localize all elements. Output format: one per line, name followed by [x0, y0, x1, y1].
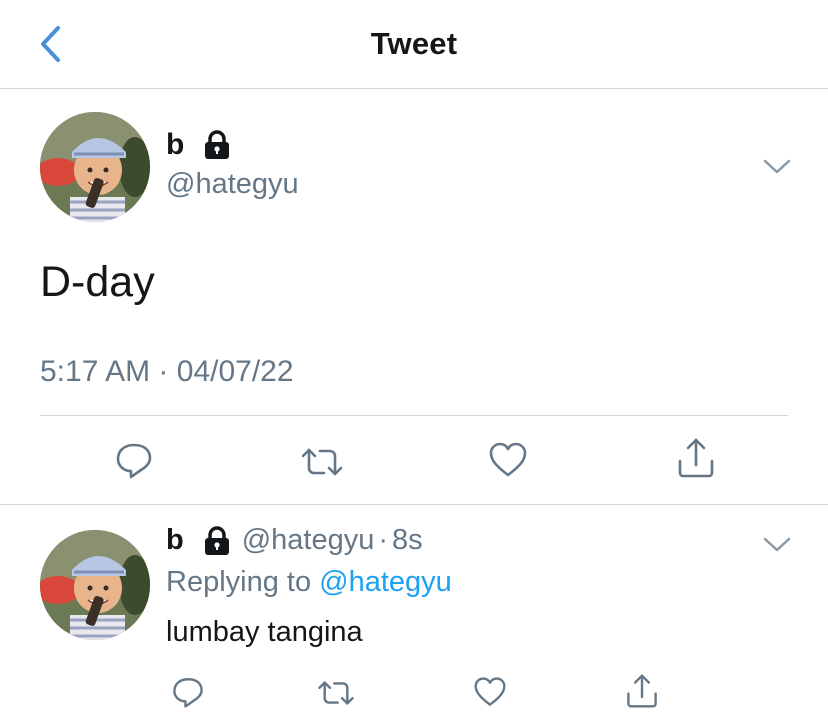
divider [40, 415, 788, 416]
reply-author-handle[interactable]: @hategyu [242, 524, 375, 557]
share-icon [678, 438, 714, 478]
author-row: b [166, 128, 232, 162]
replying-to-label: Replying to [166, 566, 312, 598]
reply-button[interactable] [112, 438, 156, 482]
retweet-icon [301, 448, 343, 476]
tweet-date: 04/07/22 [176, 355, 294, 388]
like-button[interactable] [486, 438, 530, 482]
reply-text: lumbay tangina [166, 616, 363, 648]
like-button[interactable] [470, 672, 510, 712]
avatar[interactable] [40, 112, 150, 222]
share-button[interactable] [674, 436, 718, 480]
time-separator: · [158, 355, 169, 388]
reply-author-row: b @hategyu · 8s [166, 524, 423, 557]
divider [0, 504, 828, 505]
reply-author-name[interactable]: b [166, 524, 184, 557]
reply-timestamp: 8s [392, 524, 423, 556]
share-icon [627, 674, 657, 708]
retweet-button[interactable] [298, 440, 346, 484]
avatar[interactable] [40, 530, 150, 640]
nav-bar: Tweet [0, 0, 828, 89]
like-icon [489, 442, 527, 477]
like-icon [474, 677, 506, 706]
reply-button[interactable] [168, 672, 208, 712]
retweet-button[interactable] [314, 674, 358, 712]
page-title: Tweet [370, 26, 458, 61]
chevron-down-icon[interactable] [762, 157, 792, 177]
author-handle[interactable]: @hategyu [166, 168, 299, 201]
replying-to-link[interactable]: @hategyu [319, 566, 452, 598]
time-separator: · [378, 524, 389, 556]
author-name[interactable]: b [166, 128, 184, 162]
lock-icon [202, 130, 232, 160]
retweet-icon [318, 681, 354, 705]
replying-to: Replying to @hategyu [166, 566, 452, 599]
share-button[interactable] [622, 670, 662, 712]
tweet-time: 5:17 AM [40, 355, 151, 388]
reply-icon [116, 443, 152, 479]
tweet-text: D-day [40, 258, 155, 306]
lock-icon [202, 525, 232, 556]
reply-icon [173, 678, 203, 708]
chevron-down-icon[interactable] [762, 535, 792, 555]
tweet-timestamp: 5:17 AM · 04/07/22 [40, 355, 294, 389]
